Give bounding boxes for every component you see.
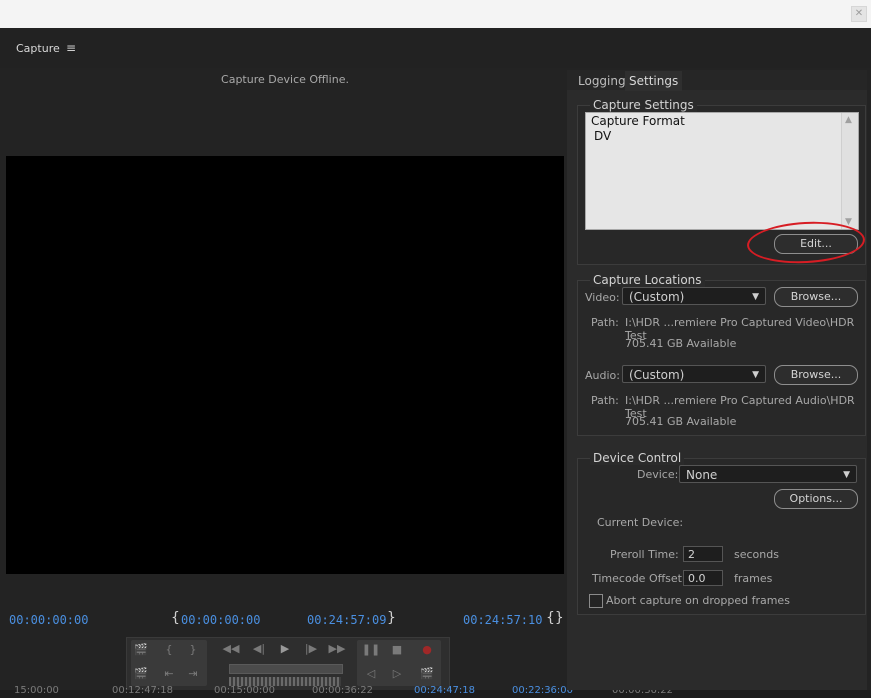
- capture-format-value: DV: [594, 129, 612, 143]
- record-button[interactable]: ●: [417, 642, 437, 658]
- tab-logging[interactable]: Logging: [574, 71, 630, 91]
- device-control-title: Device Control: [590, 451, 685, 465]
- device-dropdown[interactable]: None ▼: [679, 465, 857, 483]
- timecode-offset-label: Timecode Offset:: [592, 572, 686, 585]
- play-button[interactable]: ▶: [275, 641, 295, 657]
- goto-out-button[interactable]: ⇥: [183, 666, 203, 682]
- shuttle-slider[interactable]: [229, 664, 343, 674]
- capture-format-list[interactable]: Capture Format DV ▲ ▼: [585, 112, 859, 230]
- out-point-icon: }: [387, 610, 396, 626]
- timeline-label: 00:15:00:00: [214, 685, 276, 696]
- current-device-label: Current Device:: [597, 516, 684, 529]
- fast-forward-button[interactable]: ▶▶: [327, 641, 347, 657]
- options-button[interactable]: Options...: [774, 489, 858, 509]
- video-path-label: Path:: [591, 316, 619, 329]
- transport-controls: 🎬 { } 🎬 ⇤ ⇥ ◀◀ ◀| ▶ |▶ ▶▶ ❚❚ ■ ● ◁ ▷ 🎬: [126, 637, 450, 691]
- device-value: None: [686, 468, 718, 482]
- timeline-label: 00:00:36:22: [312, 685, 374, 696]
- capture-format-label: Capture Format: [591, 114, 685, 128]
- timeline-label: 00:12:47:18: [112, 685, 174, 696]
- audio-location-value: (Custom): [629, 368, 685, 382]
- audio-browse-button[interactable]: Browse...: [774, 365, 858, 385]
- in-point-icon: {: [171, 610, 180, 626]
- abort-capture-label: Abort capture on dropped frames: [606, 594, 790, 607]
- chevron-down-icon: ▼: [752, 292, 759, 302]
- video-browse-button[interactable]: Browse...: [774, 287, 858, 307]
- step-forward-button[interactable]: |▶: [301, 641, 321, 657]
- scroll-up-icon[interactable]: ▲: [845, 115, 852, 125]
- rewind-button[interactable]: ◀◀: [221, 641, 241, 657]
- record-icon: ●: [422, 643, 432, 656]
- tab-settings[interactable]: Settings: [625, 71, 683, 91]
- audio-path-label: Path:: [591, 394, 619, 407]
- out-point-timecode[interactable]: 00:24:57:09: [307, 613, 386, 627]
- panel-header: [0, 28, 871, 68]
- pause-button[interactable]: ❚❚: [361, 642, 381, 658]
- device-status-text: Capture Device Offline.: [221, 73, 349, 86]
- current-timecode[interactable]: 00:00:00:00: [9, 613, 88, 627]
- format-scrollbar[interactable]: ▲ ▼: [841, 113, 858, 229]
- clapper-icon[interactable]: 🎬: [131, 642, 151, 658]
- goto-in-button[interactable]: ⇤: [159, 666, 179, 682]
- close-icon[interactable]: ✕: [851, 6, 867, 22]
- abort-capture-checkbox[interactable]: [589, 594, 603, 608]
- capture-settings-title: Capture Settings: [590, 98, 697, 112]
- audio-location-dropdown[interactable]: (Custom) ▼: [622, 365, 766, 383]
- timecode-offset-input[interactable]: 0.0: [683, 570, 723, 586]
- set-out-button[interactable]: }: [183, 642, 203, 658]
- video-location-value: (Custom): [629, 290, 685, 304]
- slow-reverse-button[interactable]: ◁: [361, 666, 381, 682]
- window-titlebar: [0, 0, 871, 29]
- step-back-button[interactable]: ◀|: [249, 641, 269, 657]
- chevron-down-icon: ▼: [843, 470, 850, 480]
- timeline-label: 00:24:47:18: [414, 685, 476, 696]
- video-location-dropdown[interactable]: (Custom) ▼: [622, 287, 766, 305]
- timeline-label: 00:22:36:00: [512, 685, 574, 696]
- preroll-unit: seconds: [734, 548, 779, 561]
- scene-icon[interactable]: 🎬: [417, 666, 437, 682]
- in-point-timecode[interactable]: 00:00:00:00: [181, 613, 260, 627]
- audio-location-label: Audio:: [585, 369, 620, 382]
- video-available-space: 705.41 GB Available: [625, 337, 737, 350]
- slow-play-button[interactable]: ▷: [387, 666, 407, 682]
- in-out-icon: {}: [546, 610, 564, 626]
- chevron-down-icon: ▼: [752, 370, 759, 380]
- device-label: Device:: [637, 468, 679, 481]
- video-preview: [6, 156, 564, 574]
- set-in-button[interactable]: {: [159, 642, 179, 658]
- video-location-label: Video:: [585, 291, 620, 304]
- stop-button[interactable]: ■: [387, 642, 407, 658]
- audio-available-space: 705.41 GB Available: [625, 415, 737, 428]
- preroll-input[interactable]: 2: [683, 546, 723, 562]
- panel-menu-icon[interactable]: ≡: [66, 41, 76, 55]
- timeline-strip: 15:00:00 00:12:47:18 00:15:00:00 00:00:3…: [0, 685, 871, 698]
- scene-detect-icon[interactable]: 🎬: [131, 666, 151, 682]
- preroll-label: Preroll Time:: [610, 548, 679, 561]
- panel-title: Capture: [16, 42, 60, 55]
- timeline-label: 15:00:00: [14, 685, 59, 696]
- duration-timecode[interactable]: 00:24:57:10: [463, 613, 542, 627]
- timecode-offset-unit: frames: [734, 572, 773, 585]
- capture-locations-title: Capture Locations: [590, 273, 705, 287]
